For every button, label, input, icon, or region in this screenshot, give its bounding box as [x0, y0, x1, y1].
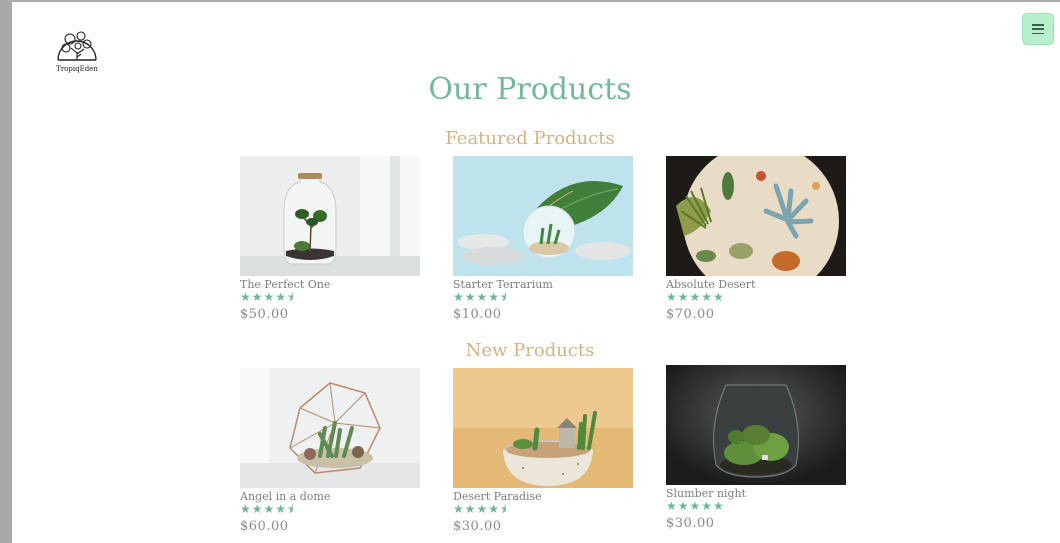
rating-stars: ★★★★★ [666, 290, 725, 304]
product-price: $30.00 [453, 519, 502, 534]
hamburger-icon [1032, 24, 1044, 34]
product-image[interactable] [453, 156, 633, 276]
product-card[interactable]: The Perfect One ★★★★⯨ $50.00 [240, 156, 420, 322]
product-card[interactable]: Absolute Desert ★★★★★ $70.00 [666, 156, 846, 322]
logo-tree-icon [57, 31, 97, 61]
product-image[interactable] [240, 156, 420, 276]
product-price: $50.00 [240, 307, 289, 322]
rating-stars: ★★★★⯨ [240, 502, 295, 516]
product-card[interactable]: Slumber night ★★★★★ $30.00 [666, 365, 846, 531]
product-card[interactable]: Angel in a dome ★★★★⯨ $60.00 [240, 368, 420, 534]
product-card[interactable]: Desert Paradise ★★★★⯨ $30.00 [453, 368, 633, 534]
product-card[interactable]: Starter Terrarium ★★★★⯨ $10.00 [453, 156, 633, 322]
menu-button[interactable] [1022, 13, 1054, 45]
section-title-featured: Featured Products [445, 128, 615, 149]
product-price: $60.00 [240, 519, 289, 534]
brand-logo[interactable]: TropiqEden [52, 24, 102, 78]
section-title-new: New Products [465, 340, 595, 361]
rating-stars: ★★★★★ [666, 499, 725, 513]
page-frame: TropiqEden Our Products Featured Product… [12, 2, 1060, 543]
rating-stars: ★★★★⯨ [453, 290, 508, 304]
product-image[interactable] [453, 368, 633, 488]
product-image[interactable] [666, 365, 846, 485]
page-title: Our Products [428, 72, 632, 107]
product-price: $70.00 [666, 307, 715, 322]
product-image[interactable] [666, 156, 846, 276]
product-price: $10.00 [453, 307, 502, 322]
rating-stars: ★★★★⯨ [453, 502, 508, 516]
product-price: $30.00 [666, 516, 715, 531]
rating-stars: ★★★★⯨ [240, 290, 295, 304]
product-image[interactable] [240, 368, 420, 488]
